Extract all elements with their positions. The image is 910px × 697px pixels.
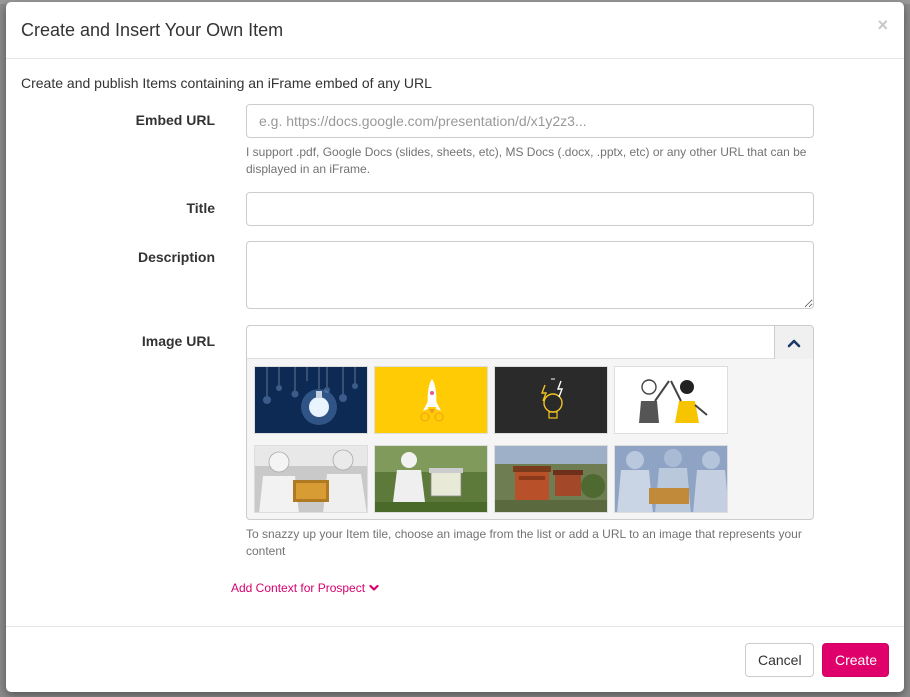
modal-title: Create and Insert Your Own Item: [21, 20, 284, 40]
image-picker: [246, 325, 814, 520]
lightbulbs-image: [255, 367, 367, 433]
add-context-link[interactable]: Add Context for Prospect: [231, 581, 379, 595]
description-textarea[interactable]: [246, 241, 814, 309]
image-url-input[interactable]: [247, 326, 775, 358]
idea-lightbulb-image: [495, 367, 607, 433]
rocket-image: [375, 367, 487, 433]
create-item-modal: Create and Insert Your Own Item × Create…: [6, 2, 904, 692]
chevron-down-icon: [369, 584, 379, 591]
thumbnail-idea[interactable]: [494, 366, 608, 434]
create-button[interactable]: Create: [822, 643, 889, 677]
embed-url-input[interactable]: [246, 104, 814, 138]
modal-footer: Cancel Create: [6, 626, 904, 692]
cancel-button[interactable]: Cancel: [745, 643, 814, 677]
thumbnail-high-five[interactable]: [614, 366, 728, 434]
image-picker-header: [247, 326, 813, 359]
thumbnail-rocket[interactable]: [374, 366, 488, 434]
add-context-label: Add Context for Prospect: [231, 581, 366, 595]
image-url-help: To snazzy up your Item tile, choose an i…: [246, 527, 802, 558]
modal-intro: Create and publish Items containing an i…: [21, 75, 432, 91]
description-label: Description: [137, 249, 215, 265]
embed-url-label: Embed URL: [135, 112, 215, 128]
close-button[interactable]: ×: [877, 16, 888, 34]
thumbnail-beekeeper-hive[interactable]: [374, 445, 488, 513]
image-picker-toggle-button[interactable]: [774, 326, 813, 359]
chevron-up-icon: [787, 339, 801, 347]
image-url-label: Image URL: [141, 333, 215, 349]
thumbnail-lightbulbs[interactable]: [254, 366, 368, 434]
title-input[interactable]: [246, 192, 814, 226]
thumbnail-beehives-garden[interactable]: [494, 445, 608, 513]
high-five-image: [615, 367, 727, 433]
beekeepers-frame-image: [255, 446, 367, 512]
thumbnail-beekeepers-group[interactable]: [614, 445, 728, 513]
title-label: Title: [186, 200, 215, 216]
beehives-garden-image: [495, 446, 607, 512]
thumbnail-beekeepers-frame[interactable]: [254, 445, 368, 513]
beekeeper-hive-image: [375, 446, 487, 512]
beekeepers-group-image: [615, 446, 727, 512]
modal-header: Create and Insert Your Own Item ×: [6, 2, 904, 59]
embed-url-help: I support .pdf, Google Docs (slides, she…: [246, 145, 807, 176]
